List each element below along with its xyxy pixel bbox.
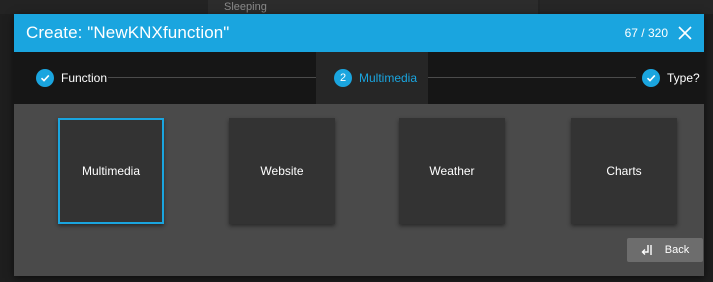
step-multimedia[interactable]: 2 Multimedia — [316, 52, 428, 104]
background-tile-label: Sleeping — [224, 1, 267, 13]
back-button[interactable]: Back — [627, 238, 703, 262]
option-tile-charts[interactable]: Charts — [571, 118, 677, 224]
step-label: Type? — [667, 71, 700, 85]
check-icon — [642, 69, 660, 87]
option-label: Website — [260, 164, 304, 178]
option-grid: Multimedia Website Weather Charts Back — [14, 104, 704, 276]
background-tile: Sleeping — [208, 0, 538, 14]
create-function-dialog: Create: "NewKNXfunction" 67 / 320 Functi… — [14, 14, 704, 276]
option-label: Weather — [429, 164, 475, 178]
step-number: 2 — [334, 69, 352, 87]
background-tile-right — [540, 0, 713, 14]
dialog-titlebar: Create: "NewKNXfunction" 67 / 320 — [14, 14, 704, 52]
step-function[interactable]: Function — [36, 52, 107, 104]
step-label: Multimedia — [359, 71, 418, 85]
stepper-connector — [428, 77, 636, 78]
return-arrow-icon — [641, 245, 652, 255]
function-counter: 67 / 320 — [624, 26, 668, 40]
option-tile-multimedia[interactable]: Multimedia — [58, 118, 164, 224]
step-type[interactable]: Type? — [642, 52, 700, 104]
option-tile-website[interactable]: Website — [229, 118, 335, 224]
option-tile-weather[interactable]: Weather — [399, 118, 505, 224]
option-label: Charts — [606, 164, 642, 178]
close-icon[interactable] — [674, 22, 696, 44]
check-icon — [36, 69, 54, 87]
back-button-label: Back — [664, 244, 690, 256]
wizard-stepper: Function 2 Multimedia Type? — [14, 52, 704, 104]
stepper-connector — [108, 77, 316, 78]
step-label: Function — [61, 71, 108, 85]
option-label: Multimedia — [81, 164, 141, 178]
dialog-title: Create: "NewKNXfunction" — [26, 23, 230, 42]
